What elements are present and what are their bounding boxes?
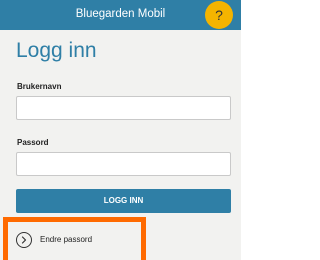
login-button[interactable]: LOGG INN xyxy=(16,189,231,213)
change-password-link[interactable]: Endre passord xyxy=(16,230,92,250)
page-title: Logg inn xyxy=(16,39,97,62)
login-panel: Bluegarden Mobil ? Logg inn Brukernavn P… xyxy=(0,0,241,260)
change-password-label: Endre passord xyxy=(40,235,93,244)
help-button[interactable]: ? xyxy=(205,1,233,29)
chevron-right-circle-icon xyxy=(16,232,32,248)
username-input[interactable] xyxy=(16,96,231,120)
password-input[interactable] xyxy=(16,152,231,176)
password-label: Passord xyxy=(17,138,49,147)
login-screen: Bluegarden Mobil ? Logg inn Brukernavn P… xyxy=(0,0,264,260)
username-label: Brukernavn xyxy=(17,82,62,91)
question-mark-icon: ? xyxy=(215,7,223,23)
app-header: Bluegarden Mobil ? xyxy=(0,0,241,30)
